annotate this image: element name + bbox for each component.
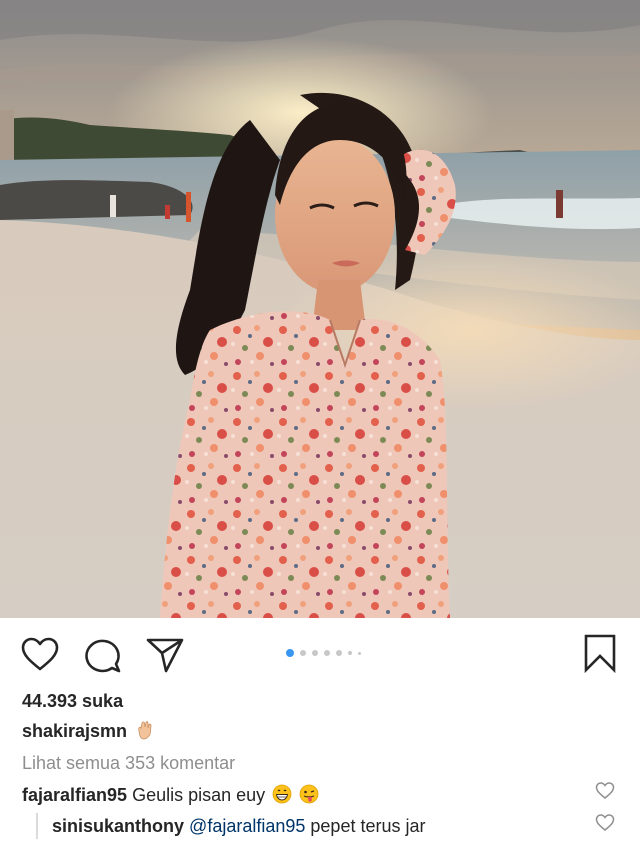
comment-text: Geulis pisan euy — [132, 785, 266, 805]
post-action-bar — [0, 618, 640, 688]
beach-sunset-photo — [0, 0, 640, 618]
reply-row: sinisukanthony @fajaralfian95 pepet teru… — [52, 815, 425, 837]
carousel-dot — [348, 651, 352, 655]
comment-username[interactable]: fajaralfian95 — [22, 785, 127, 805]
view-all-comments-link[interactable]: Lihat semua 353 komentar — [22, 752, 235, 774]
waving-hand-emoji — [134, 720, 154, 740]
carousel-dot — [358, 651, 361, 655]
reply-like-heart-icon[interactable] — [595, 813, 615, 833]
like-count[interactable]: 44.393 suka — [22, 690, 123, 712]
reply-username[interactable]: sinisukanthony — [52, 816, 184, 836]
bookmark-icon[interactable] — [580, 633, 620, 673]
tongue-out-emoji — [299, 784, 319, 804]
carousel-dot-active — [286, 649, 294, 657]
reply-text: pepet terus jar — [310, 816, 426, 836]
grinning-emoji — [272, 784, 292, 804]
carousel-dot — [312, 650, 318, 656]
carousel-dot — [300, 650, 306, 656]
carousel-dot — [336, 650, 342, 656]
comment-row: fajaralfian95 Geulis pisan euy — [22, 784, 319, 806]
caption-username[interactable]: shakirajsmn — [22, 721, 127, 741]
paper-plane-icon[interactable] — [145, 635, 185, 675]
reply-mention[interactable]: @fajaralfian95 — [189, 816, 305, 836]
comment-bubble-icon[interactable] — [83, 635, 123, 675]
comment-like-heart-icon[interactable] — [595, 781, 615, 801]
carousel-indicator — [286, 647, 361, 659]
caption: shakirajsmn — [22, 720, 154, 742]
carousel-dot — [324, 650, 330, 656]
reply-thread-line — [36, 813, 38, 839]
post-photo[interactable] — [0, 0, 640, 618]
heart-icon[interactable] — [20, 635, 60, 675]
